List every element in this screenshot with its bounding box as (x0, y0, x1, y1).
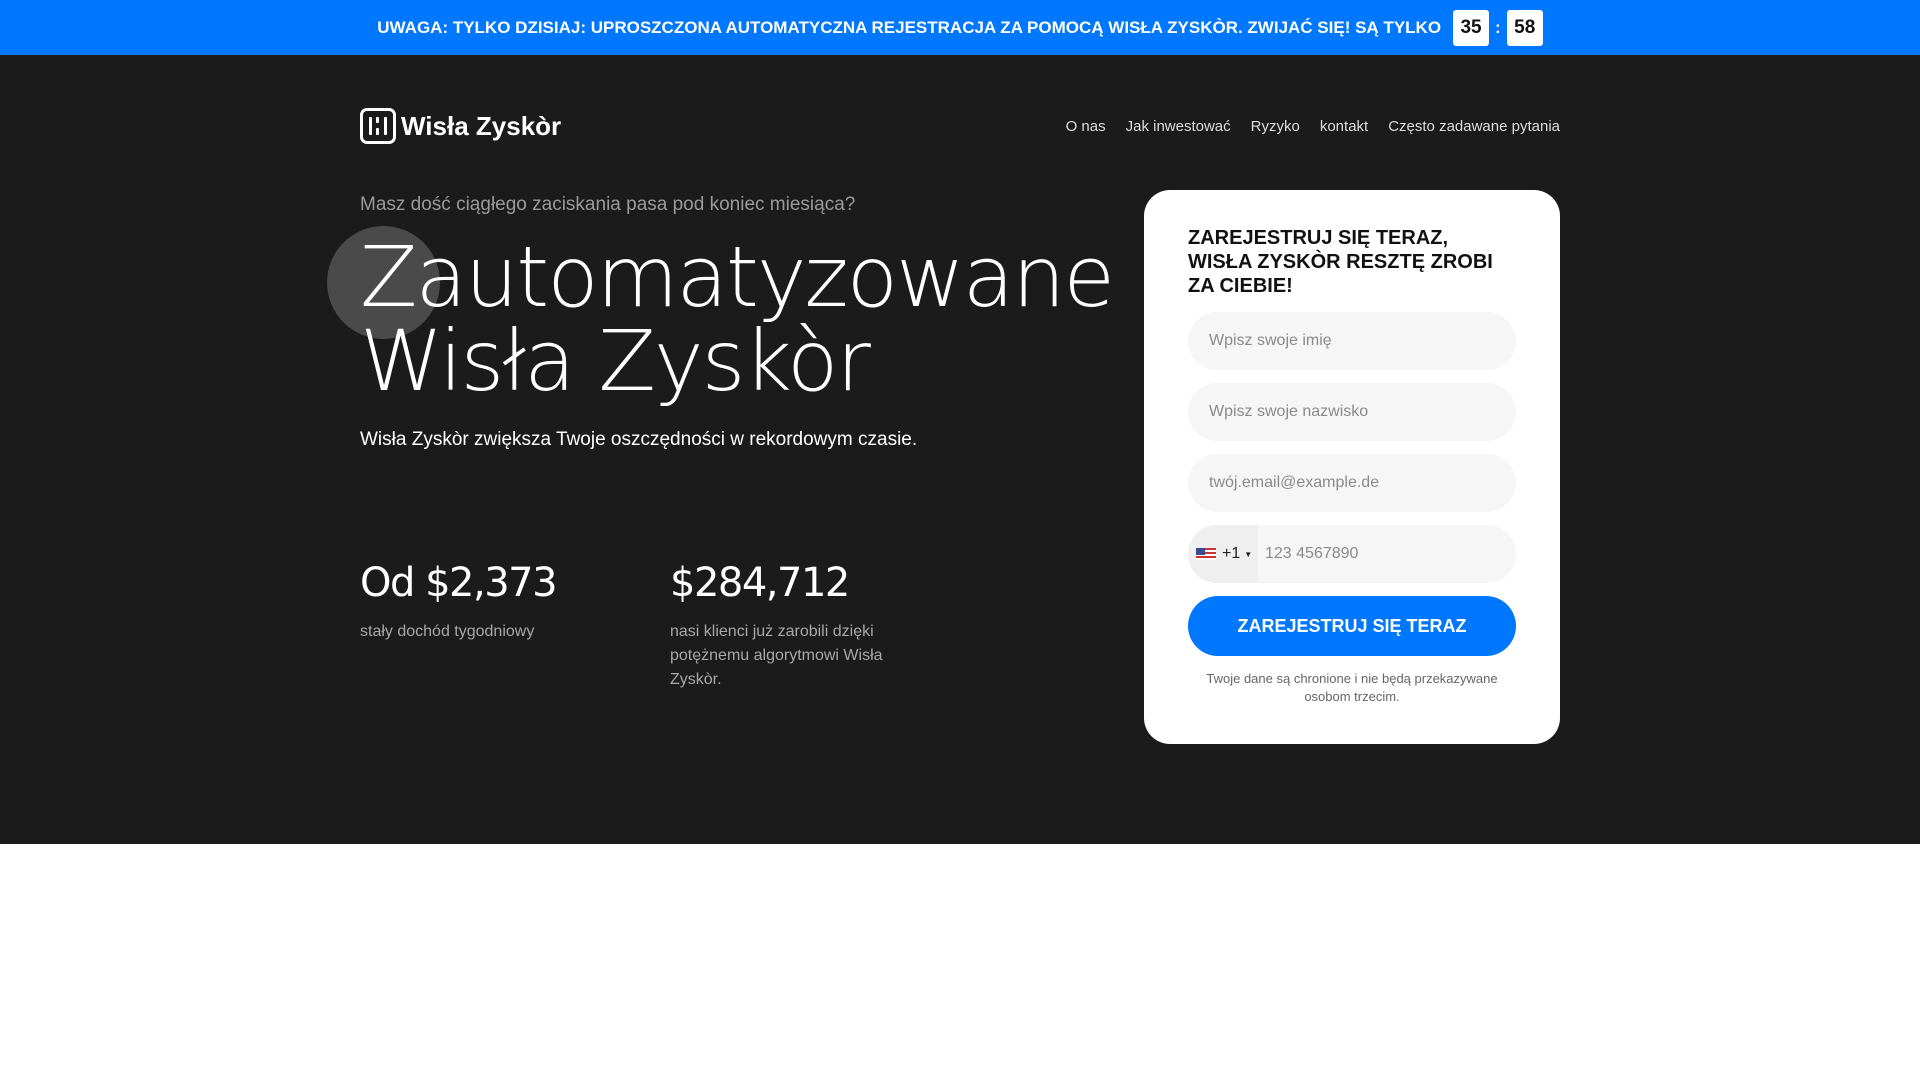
privacy-note: Twoje dane są chronione i nie będą przek… (1206, 671, 1498, 704)
nav-contact[interactable]: kontakt (1320, 118, 1368, 135)
stat-client-earnings: $284,712 nasi klienci już zarobili dzięk… (670, 560, 900, 692)
stat-label: stały dochód tygodniowy (360, 623, 535, 640)
form-title: ZAREJESTRUJ SIĘ TERAZ, WISŁA ZYSKÒR RESZ… (1188, 227, 1493, 297)
registration-form: ZAREJESTRUJ SIĘ TERAZ, WISŁA ZYSKÒR RESZ… (1144, 190, 1560, 744)
hero-subtitle: Masz dość ciągłego zaciskania pasa pod k… (360, 194, 856, 215)
logo-icon (360, 108, 396, 144)
country-code-select[interactable]: +1 ▼ (1188, 525, 1258, 583)
stat-weekly-income: Od $2,373 stały dochód tygodniowy (360, 560, 590, 644)
hero-headline: Zautomatyzowane Wisła Zyskòr (360, 228, 1115, 410)
nav-about[interactable]: O nas (1066, 118, 1106, 135)
email-input[interactable]: twój.email@example.de (1188, 454, 1516, 512)
countdown-minutes: 35 (1453, 9, 1490, 46)
phone-input[interactable]: 123 4567890 (1265, 545, 1358, 563)
stat-value: $284,712 (670, 560, 850, 606)
first-name-input[interactable]: Wpisz swoje imię (1188, 312, 1516, 370)
stat-value: Od $2,373 (360, 560, 558, 606)
nav-risk[interactable]: Ryzyko (1251, 118, 1300, 135)
announcement-bar: UWAGA: TYLKO DZISIAJ: UPROSZCZONA AUTOMA… (0, 0, 1920, 55)
stat-label: nasi klienci już zarobili dzięki potężne… (670, 623, 883, 688)
country-code: +1 (1222, 545, 1241, 562)
main-nav: O nas Jak inwestować Ryzyko kontakt Częs… (1066, 118, 1560, 135)
phone-field: +1 ▼ 123 4567890 (1188, 525, 1516, 583)
logo[interactable]: Wisła Zyskòr (360, 108, 561, 144)
caret-down-icon: ▼ (1244, 549, 1253, 559)
logo-text: Wisła Zyskòr (401, 110, 562, 141)
headline-line-2: Wisła Zyskòr (360, 312, 871, 410)
nav-how-to-invest[interactable]: Jak inwestować (1126, 118, 1231, 135)
nav-faq[interactable]: Często zadawane pytania (1388, 118, 1560, 135)
headline-line-1: Zautomatyzowane (360, 228, 1115, 326)
countdown-seconds: 58 (1506, 9, 1543, 46)
us-flag-icon (1196, 548, 1216, 560)
hero-section: Wisła Zyskòr O nas Jak inwestować Ryzyko… (0, 55, 1920, 844)
hero-lead: Wisła Zyskòr zwiększa Twoje oszczędności… (360, 429, 918, 450)
last-name-input[interactable]: Wpisz swoje nazwisko (1188, 383, 1516, 441)
countdown-separator: : (1495, 17, 1501, 37)
register-button[interactable]: ZAREJESTRUJ SIĘ TERAZ (1188, 596, 1516, 656)
announcement-text: UWAGA: TYLKO DZISIAJ: UPROSZCZONA AUTOMA… (377, 17, 1442, 37)
